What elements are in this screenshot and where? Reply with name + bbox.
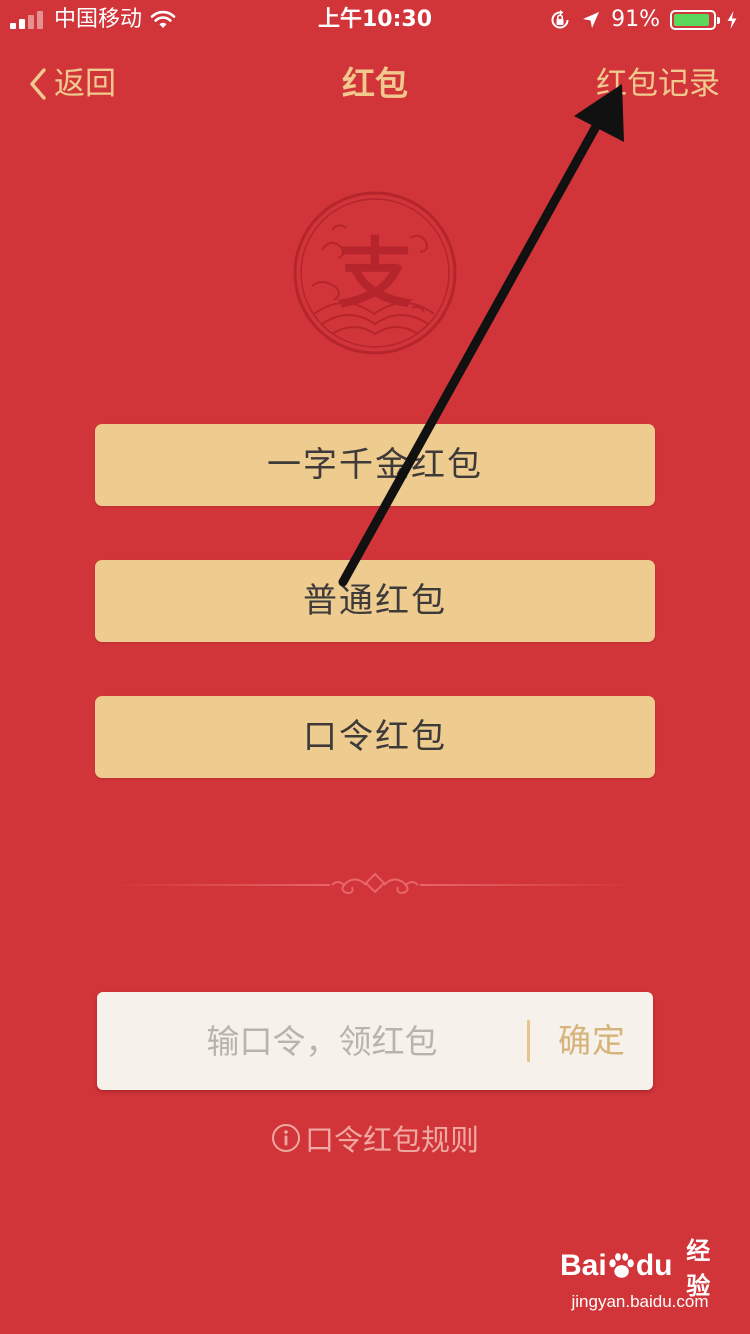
nav-bar: 返回 红包 红包记录	[0, 44, 750, 124]
option-button-ordinary[interactable]: 普通红包	[95, 560, 655, 642]
baidu-jingyan-watermark: Bai du 经验 jingyan.baidu.com	[560, 1238, 720, 1320]
status-right: 91%	[549, 7, 738, 33]
back-label: 返回	[54, 66, 116, 102]
signal-bar	[10, 23, 16, 29]
logo-text: 支	[337, 229, 413, 318]
signal-bar	[28, 15, 34, 29]
red-envelope-records-link[interactable]: 红包记录	[596, 62, 720, 106]
watermark-logo: Bai du 经验	[560, 1238, 720, 1300]
wifi-icon	[150, 10, 176, 28]
password-input-box: 确定	[97, 992, 653, 1090]
watermark-brand-left: Bai	[560, 1249, 607, 1282]
watermark-brand-right: du	[635, 1249, 673, 1282]
rules-link-wrap: 口令红包规则	[0, 1116, 750, 1160]
red-envelope-screen: 中国移动 上午10:30 91% 返回 红包 红包记录 支 一字千金红包 普通红…	[0, 0, 750, 1334]
password-input[interactable]	[117, 992, 527, 1090]
back-button[interactable]: 返回	[28, 62, 116, 106]
paw-icon	[609, 1253, 634, 1278]
password-rules-link[interactable]: 口令红包规则	[271, 1117, 479, 1159]
charging-icon	[727, 11, 737, 29]
carrier-name: 中国移动	[54, 7, 143, 32]
option-button-yizi-qianjin[interactable]: 一字千金红包	[95, 424, 655, 506]
signal-icon	[10, 11, 46, 29]
lock-rotation-icon	[551, 10, 569, 29]
ornament-divider	[112, 872, 638, 895]
signal-bar	[19, 19, 25, 29]
location-icon	[583, 12, 600, 28]
info-icon	[271, 1124, 300, 1152]
alipay-seal-icon: 支	[293, 191, 457, 355]
battery-fill	[674, 14, 709, 26]
rules-label: 口令红包规则	[304, 1123, 479, 1157]
input-divider	[527, 1020, 530, 1062]
battery-icon	[670, 10, 720, 30]
status-bar: 中国移动 上午10:30 91%	[0, 0, 750, 40]
chevron-left-icon	[30, 68, 46, 100]
status-time: 上午10:30	[317, 7, 433, 32]
watermark-brand-cn: 经验	[686, 1238, 711, 1300]
signal-bar	[37, 11, 43, 29]
battery-percent: 91%	[611, 7, 660, 32]
status-left: 中国移动	[10, 7, 176, 33]
option-button-password[interactable]: 口令红包	[95, 696, 655, 778]
page-title: 红包	[342, 64, 408, 103]
confirm-button[interactable]: 确定	[537, 992, 647, 1090]
